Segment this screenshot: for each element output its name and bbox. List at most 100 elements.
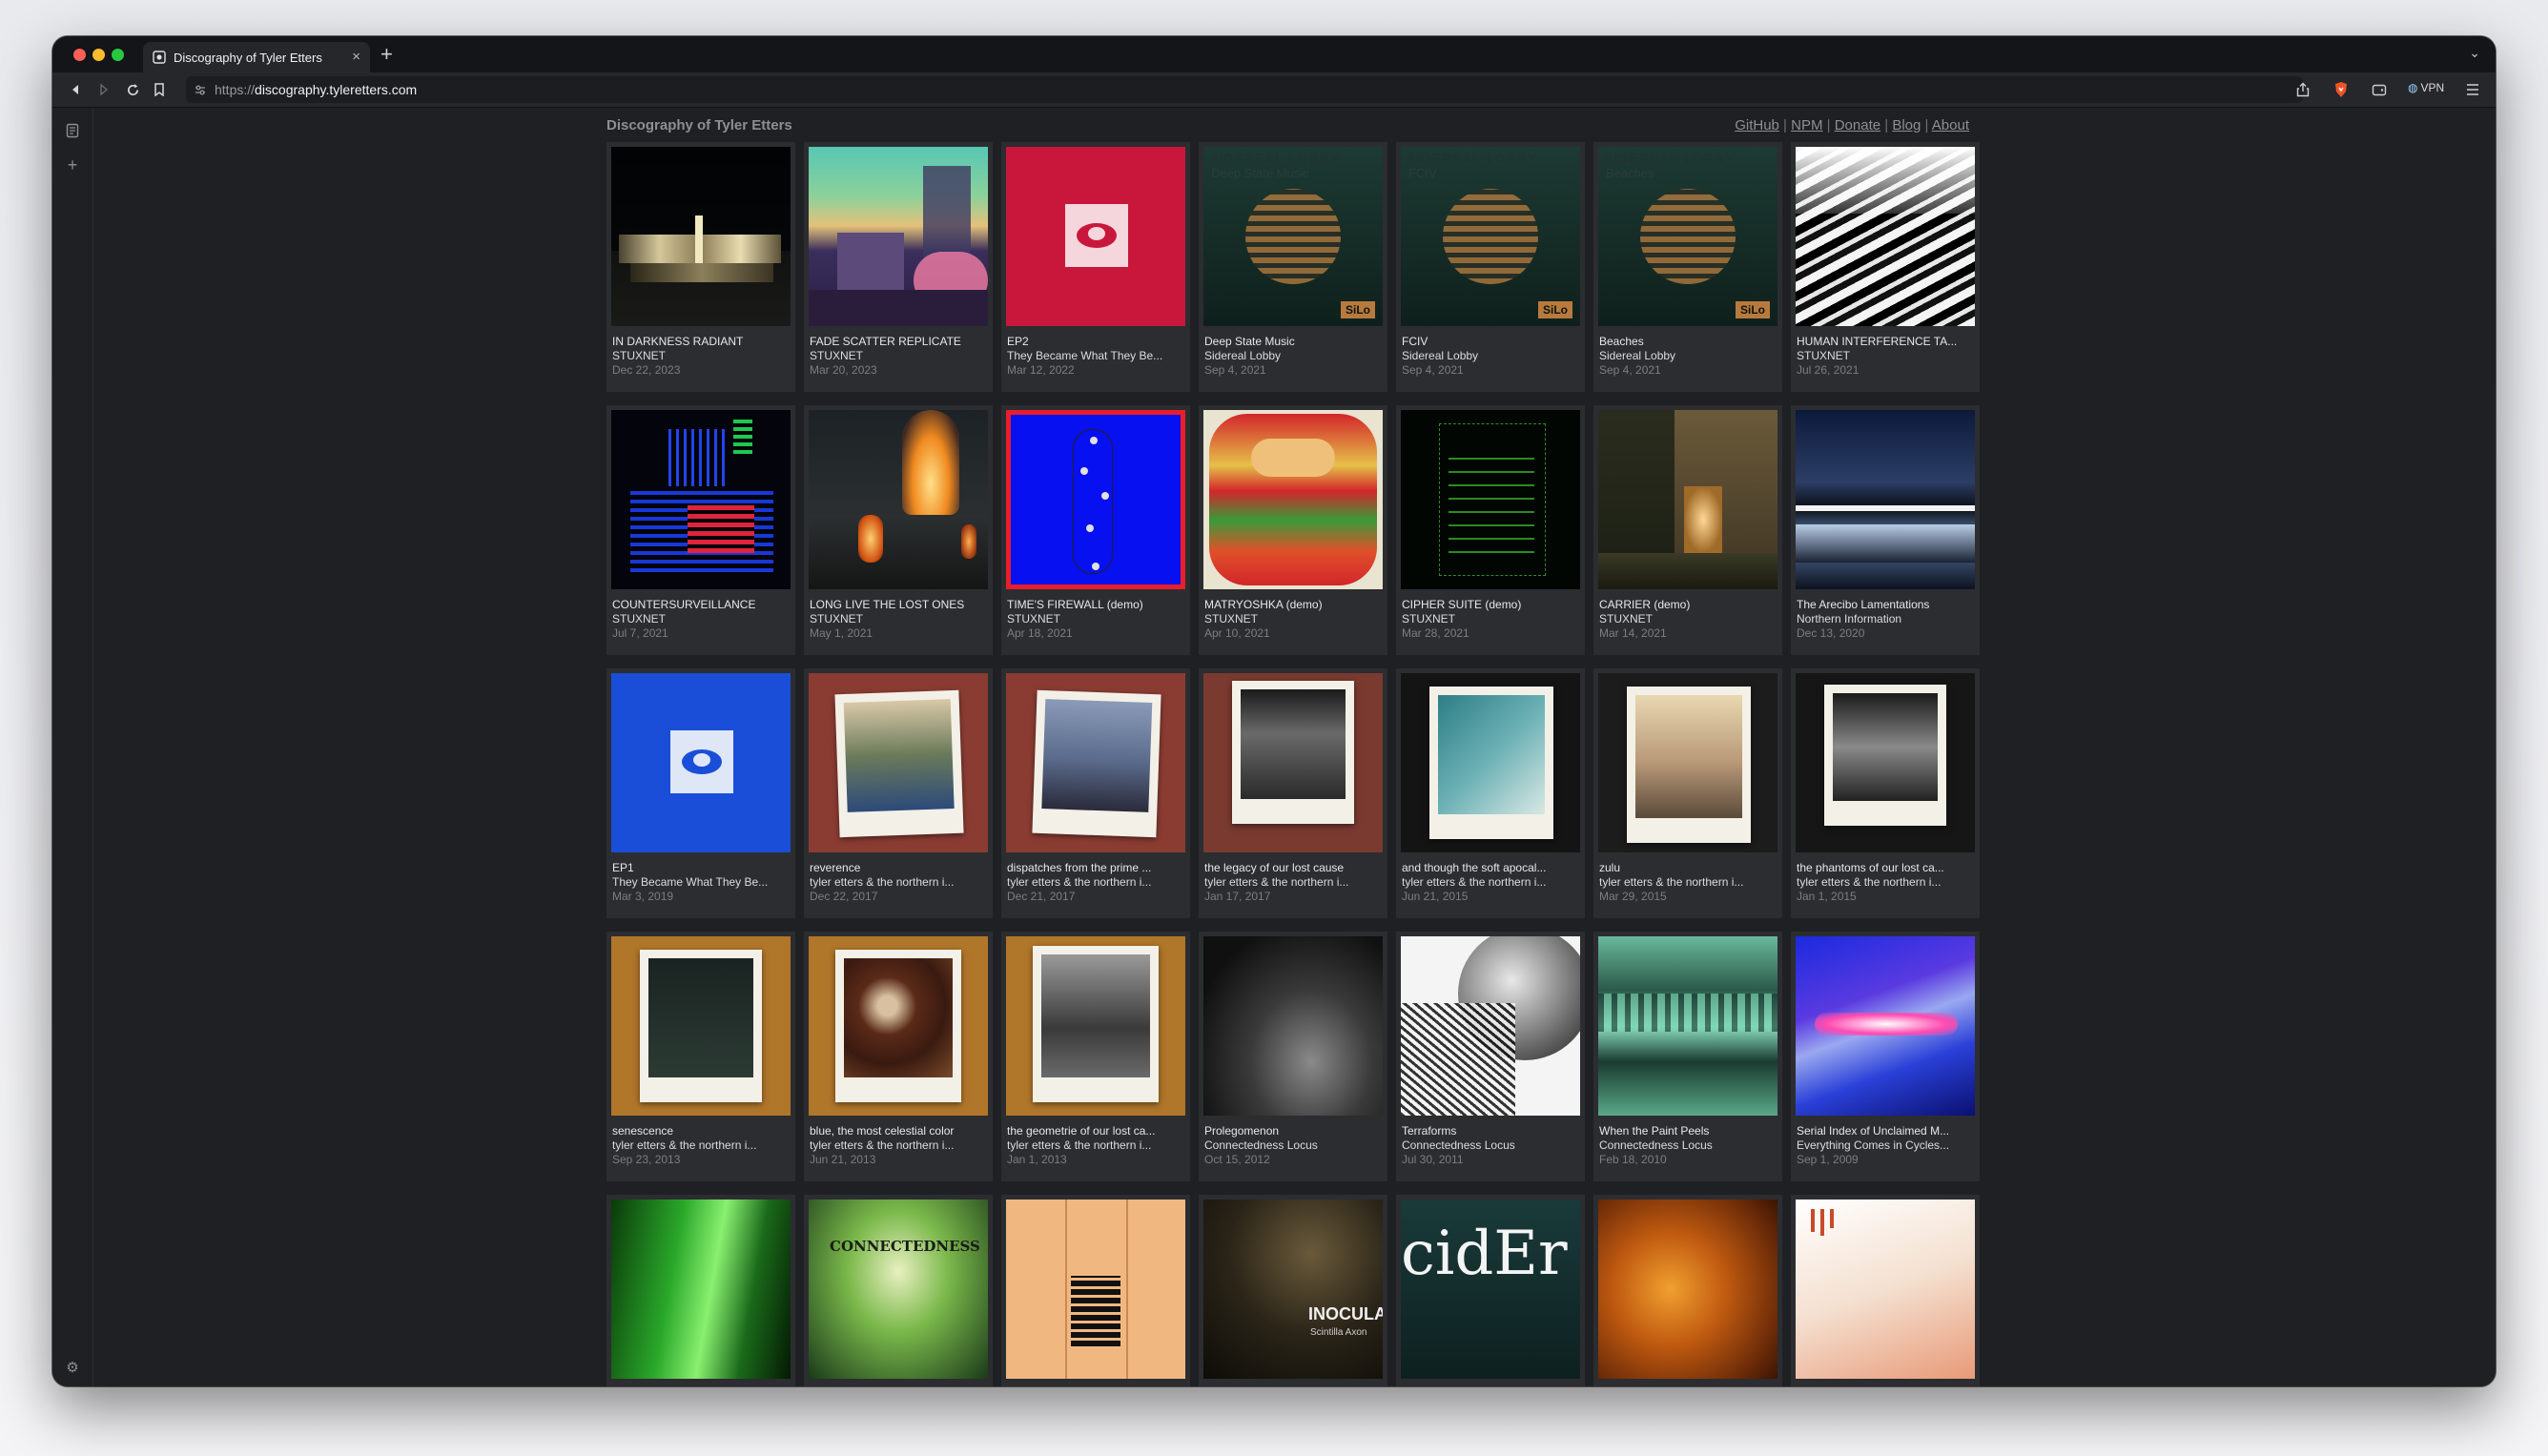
album-date: Sep 4, 2021 <box>1204 363 1266 377</box>
back-icon[interactable] <box>66 80 85 99</box>
album-cover <box>1401 673 1580 852</box>
album-card[interactable]: and though the soft apocal... tyler ette… <box>1396 668 1585 918</box>
album-card[interactable]: INOCULA Scintilla Axon <box>1199 1195 1387 1386</box>
album-card[interactable] <box>606 1195 795 1386</box>
album-card[interactable]: HUMAN INTERFERENCE TA... STUXNET Jul 26,… <box>1791 142 1980 392</box>
album-card[interactable]: EP1 They Became What They Be... Mar 3, 2… <box>606 668 795 918</box>
album-title: MATRYOSHKA (demo) <box>1204 598 1323 611</box>
album-date: Jul 26, 2021 <box>1797 363 1860 377</box>
album-card[interactable]: SIDEREAL LOBBY Beaches SiLo Beaches Side… <box>1593 142 1782 392</box>
close-tab-icon[interactable]: × <box>352 49 360 65</box>
nav-link-about[interactable]: About <box>1932 117 1969 133</box>
chevron-down-icon[interactable]: ⌄ <box>2469 45 2480 61</box>
cover-graphic <box>1245 189 1341 284</box>
hamburger-menu-icon[interactable] <box>2463 80 2482 99</box>
album-cover <box>1598 410 1777 589</box>
forward-icon[interactable] <box>94 80 113 99</box>
url-field[interactable]: https://discography.tyleretters.com <box>186 76 2303 103</box>
album-card[interactable] <box>1593 1195 1782 1386</box>
album-cover <box>1796 673 1975 852</box>
album-artist: tyler etters & the northern i... <box>1007 1138 1152 1152</box>
album-card[interactable]: the legacy of our lost cause tyler etter… <box>1199 668 1387 918</box>
bookmark-icon[interactable] <box>150 80 169 99</box>
album-date: Dec 22, 2023 <box>612 363 681 377</box>
reading-list-icon[interactable] <box>63 121 82 140</box>
album-card[interactable]: The Arecibo Lamentations Northern Inform… <box>1791 405 1980 655</box>
reload-icon[interactable] <box>123 80 142 99</box>
nav-link-blog[interactable]: Blog <box>1892 117 1921 133</box>
album-card[interactable]: CARRIER (demo) STUXNET Mar 14, 2021 <box>1593 405 1782 655</box>
site-settings-icon[interactable] <box>194 83 207 96</box>
album-cover <box>1401 410 1580 589</box>
album-card[interactable]: LONG LIVE THE LOST ONES STUXNET May 1, 2… <box>804 405 993 655</box>
vpn-label: VPN <box>2420 81 2445 94</box>
wallet-icon[interactable] <box>2370 80 2389 99</box>
window-minimize-button[interactable] <box>92 49 105 61</box>
album-date: Jun 21, 2015 <box>1402 890 1469 903</box>
polaroid-image <box>1241 689 1346 799</box>
nav-link-npm[interactable]: NPM <box>1791 117 1822 133</box>
album-card[interactable]: Terraforms Connectedness Locus Jul 30, 2… <box>1396 932 1585 1181</box>
cover-text: FCIV <box>1408 166 1437 180</box>
nav-link-donate[interactable]: Donate <box>1835 117 1880 133</box>
album-cover <box>809 410 988 589</box>
nav-separator: | <box>1884 117 1889 133</box>
album-card[interactable]: SIDEREAL LOBBY FCIV SiLo FCIV Sidereal L… <box>1396 142 1585 392</box>
album-card[interactable]: cidEr <box>1396 1195 1585 1386</box>
polaroid-image <box>1438 695 1545 814</box>
album-card[interactable]: COUNTERSURVEILLANCE STUXNET Jul 7, 2021 <box>606 405 795 655</box>
album-card[interactable]: zulu tyler etters & the northern i... Ma… <box>1593 668 1782 918</box>
add-panel-icon[interactable]: + <box>63 155 82 174</box>
album-card[interactable]: reverence tyler etters & the northern i.… <box>804 668 993 918</box>
album-card[interactable]: CONNECTEDNESS <box>804 1195 993 1386</box>
album-card[interactable]: the phantoms of our lost ca... tyler ett… <box>1791 668 1980 918</box>
polaroid-photo <box>1429 687 1553 839</box>
album-cover <box>809 147 988 326</box>
album-card[interactable] <box>1001 1195 1190 1386</box>
album-card[interactable]: TIME'S FIREWALL (demo) STUXNET Apr 18, 2… <box>1001 405 1190 655</box>
brave-shields-icon[interactable] <box>2332 80 2351 99</box>
gear-icon[interactable]: ⚙ <box>63 1358 82 1377</box>
album-title: Terraforms <box>1402 1124 1457 1138</box>
album-card[interactable]: dispatches from the prime ... tyler ette… <box>1001 668 1190 918</box>
share-icon[interactable] <box>2293 80 2312 99</box>
album-artist: STUXNET <box>1007 612 1061 625</box>
polaroid-photo <box>1824 685 1946 826</box>
album-title: CIPHER SUITE (demo) <box>1402 598 1522 611</box>
album-card[interactable]: SIDEREAL LOBBY Deep State Music SiLo Dee… <box>1199 142 1387 392</box>
cover-logo: SiLo <box>1736 301 1770 318</box>
nav-link-github[interactable]: GitHub <box>1735 117 1779 133</box>
album-card[interactable]: Prolegomenon Connectedness Locus Oct 15,… <box>1199 932 1387 1181</box>
album-card[interactable] <box>1791 1195 1980 1386</box>
album-date: Sep 4, 2021 <box>1599 363 1661 377</box>
album-card[interactable]: senescence tyler etters & the northern i… <box>606 932 795 1181</box>
window-close-button[interactable] <box>73 49 86 61</box>
tab-discography[interactable]: Discography of Tyler Etters × <box>143 42 370 72</box>
album-card[interactable]: blue, the most celestial color tyler ett… <box>804 932 993 1181</box>
tab-bar: Discography of Tyler Etters × + ⌄ <box>52 36 2496 72</box>
album-artist: tyler etters & the northern i... <box>1402 875 1547 889</box>
new-tab-icon[interactable]: + <box>380 42 393 67</box>
window-maximize-button[interactable] <box>112 49 124 61</box>
album-card[interactable]: CIPHER SUITE (demo) STUXNET Mar 28, 2021 <box>1396 405 1585 655</box>
polaroid-image <box>844 958 953 1077</box>
album-card[interactable]: the geometrie of our lost ca... tyler et… <box>1001 932 1190 1181</box>
album-date: Dec 21, 2017 <box>1007 890 1076 903</box>
album-card[interactable]: FADE SCATTER REPLICATE STUXNET Mar 20, 2… <box>804 142 993 392</box>
album-card[interactable]: When the Paint Peels Connectedness Locus… <box>1593 932 1782 1181</box>
album-cover <box>1006 936 1185 1116</box>
album-title: The Arecibo Lamentations <box>1797 598 1930 611</box>
album-title: blue, the most celestial color <box>810 1124 955 1138</box>
album-card[interactable]: Serial Index of Unclaimed M... Everythin… <box>1791 932 1980 1181</box>
album-title: zulu <box>1599 861 1621 874</box>
album-cover <box>1203 936 1383 1116</box>
album-card[interactable]: EP2 They Became What They Be... Mar 12, … <box>1001 142 1190 392</box>
album-card[interactable]: MATRYOSHKA (demo) STUXNET Apr 10, 2021 <box>1199 405 1387 655</box>
album-cover <box>1598 936 1777 1116</box>
page-title: Discography of Tyler Etters <box>606 117 792 133</box>
album-title: senescence <box>612 1124 674 1138</box>
cover-text: Deep State Music <box>1211 166 1309 180</box>
vpn-button[interactable]: ◍ VPN <box>2408 81 2444 94</box>
album-card[interactable]: IN DARKNESS RADIANT STUXNET Dec 22, 2023 <box>606 142 795 392</box>
album-artist: tyler etters & the northern i... <box>1797 875 1942 889</box>
